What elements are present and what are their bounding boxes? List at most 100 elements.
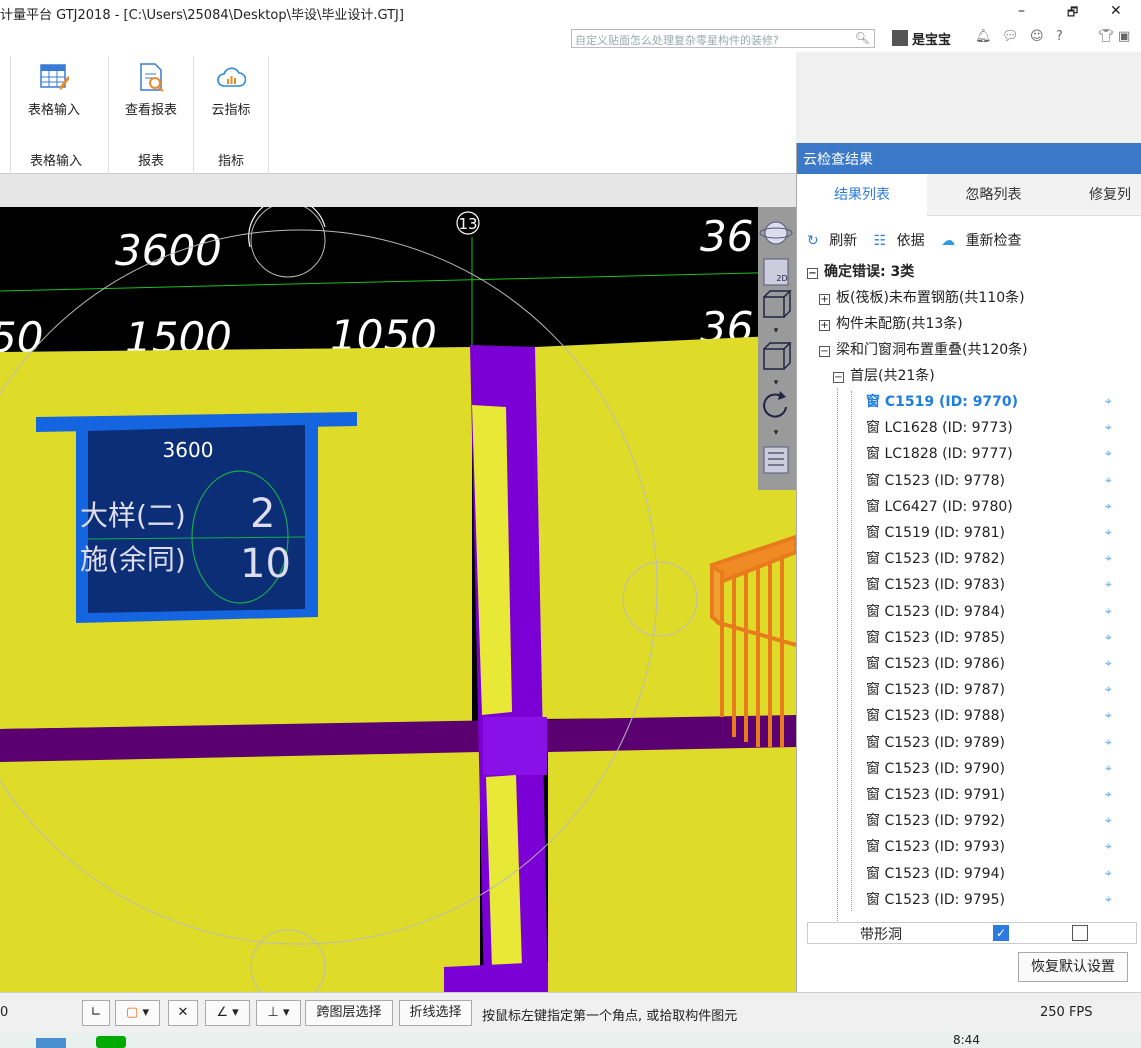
refresh-icon: ↻ [807,233,819,249]
tree-category[interactable]: + 构件未配筋(共13条) [819,311,963,337]
window-icon[interactable]: ▣ [1118,29,1130,44]
locate-icon[interactable]: ⌖ [1105,604,1112,619]
shirt-icon[interactable]: 👕︎ [1098,29,1115,44]
window-label: 3600 [163,438,214,462]
collapse-icon[interactable]: − [819,346,830,357]
collapse-icon[interactable]: − [833,372,844,383]
avatar[interactable] [892,30,908,46]
property-row: 带形洞 ✓ [807,922,1137,944]
ribbon-group-report: 报表 [138,154,165,169]
wall-panel [0,752,480,992]
offset-button[interactable]: ⊥ ▾ [256,1000,301,1026]
list-item[interactable]: 窗 C1523 (ID: 9795) [866,887,1005,913]
tree-category[interactable]: − 梁和门窗洞布置重叠(共120条) [819,337,1028,363]
locate-icon[interactable]: ⌖ [1105,735,1112,750]
locate-icon[interactable]: ⌖ [1105,682,1112,697]
locate-icon[interactable]: ⌖ [1105,866,1112,881]
list-item[interactable]: 窗 C1523 (ID: 9786) [866,651,1005,677]
refresh-button[interactable]: ↻ 刷新 [807,233,863,249]
cross-select-button[interactable]: ✕ [168,1000,198,1026]
list-item[interactable]: 窗 C1519 (ID: 9770) [866,389,1018,415]
list-item[interactable]: 窗 C1523 (ID: 9790) [866,756,1005,782]
checkbox-checked[interactable]: ✓ [993,925,1009,941]
wechat-icon[interactable] [96,1036,126,1048]
list-item[interactable]: 窗 C1523 (ID: 9784) [866,599,1005,625]
list-item[interactable]: 窗 C1519 (ID: 9781) [866,520,1005,546]
locate-icon[interactable]: ⌖ [1105,761,1112,776]
locate-icon[interactable]: ⌖ [1105,708,1112,723]
username[interactable]: 是宝宝 [912,29,951,48]
list-item[interactable]: 窗 C1523 (ID: 9783) [866,572,1005,598]
rotate-icon[interactable] [763,391,787,418]
list-item[interactable]: 窗 C1523 (ID: 9788) [866,703,1005,729]
select-box-button[interactable]: ▢ ▾ [115,1000,160,1026]
cloud-index-button[interactable]: 云指标 [202,62,260,118]
tree-floor[interactable]: − 首层(共21条) [833,363,935,389]
tree-root[interactable]: − 确定错误: 3类 [807,259,914,285]
help-icon[interactable]: ? [1056,29,1063,44]
search-icon[interactable]: 🔍︎ [855,31,870,45]
status-hint: 按鼠标左键指定第一个角点, 或拾取构件图元 [482,1009,738,1024]
locate-icon[interactable]: ⌖ [1105,473,1112,488]
3d-view-icon[interactable] [763,290,792,318]
expand-icon[interactable]: + [819,294,830,305]
tab-result-list[interactable]: 结果列表 [797,174,927,216]
drawing-viewport[interactable]: 13 3600 36 50 1500 1050 36 3600 大样(二) 施(… [0,207,796,992]
polyline-select-button[interactable]: 折线选择 [399,1000,472,1026]
list-item[interactable]: 窗 C1523 (ID: 9778) [866,468,1005,494]
list-item[interactable]: 窗 LC1628 (ID: 9773) [866,415,1013,441]
table-input-button[interactable]: 表格输入 [22,62,86,118]
locate-icon[interactable]: ⌖ [1105,892,1112,907]
recheck-button[interactable]: ☁ 重新检查 [941,233,1027,249]
recheck-label: 重新检查 [965,233,1022,249]
cross-layer-select-button[interactable]: 跨图层选择 [305,1000,393,1026]
2d-view-icon[interactable]: 2D [763,258,789,286]
bell-icon[interactable]: 🔔︎ [975,29,992,44]
orbit-icon[interactable] [759,221,793,245]
list-item[interactable]: 窗 C1523 (ID: 9793) [866,834,1005,860]
angle-button[interactable]: ∠ ▾ [205,1000,250,1026]
locate-icon[interactable]: ⌖ [1105,525,1112,540]
collapse-icon[interactable]: − [807,268,818,279]
list-item[interactable]: 窗 LC1828 (ID: 9777) [866,441,1013,467]
restore-button[interactable]: 🗗 [1067,3,1078,24]
list-item[interactable]: 窗 C1523 (ID: 9782) [866,546,1005,572]
list-item[interactable]: 窗 C1523 (ID: 9787) [866,677,1005,703]
locate-icon[interactable]: ⌖ [1105,420,1112,435]
locate-icon[interactable]: ⌖ [1105,551,1112,566]
view-report-button[interactable]: 查看报表 [118,62,184,118]
ortho-button[interactable]: ∟ [82,1000,110,1026]
basis-button[interactable]: ☷ 依据 [874,233,931,249]
mascot-icon[interactable]: ☺ [1030,29,1044,44]
locate-icon[interactable]: ⌖ [1105,787,1112,802]
list-item[interactable]: 窗 C1523 (ID: 9785) [866,625,1005,651]
list-item[interactable]: 窗 C1523 (ID: 9789) [866,730,1005,756]
model-canvas[interactable]: 13 3600 36 50 1500 1050 36 3600 大样(二) 施(… [0,207,796,992]
list-item[interactable]: 窗 C1523 (ID: 9791) [866,782,1005,808]
list-item[interactable]: 窗 C1523 (ID: 9792) [866,808,1005,834]
minimize-button[interactable]: – [1018,3,1025,19]
mail-icon[interactable] [36,1038,66,1048]
column-joint [483,717,547,775]
box-view-icon[interactable] [763,342,792,370]
close-button[interactable]: ✕ [1110,3,1122,19]
locate-icon[interactable]: ⌖ [1105,656,1112,671]
locate-icon[interactable]: ⌖ [1105,630,1112,645]
reset-default-button[interactable]: 恢复默认设置 [1018,952,1128,982]
list-item[interactable]: 窗 LC6427 (ID: 9780) [866,494,1013,520]
locate-icon[interactable]: ⌖ [1105,577,1112,592]
locate-icon[interactable]: ⌖ [1105,446,1112,461]
locate-icon[interactable]: ⌖ [1105,839,1112,854]
search-input[interactable]: 自定义贴面怎么处理复杂零星构件的装修? 🔍︎ [571,29,875,48]
locate-icon[interactable]: ⌖ [1105,813,1112,828]
chat-icon[interactable]: 💬︎ [1002,29,1019,44]
tree-category[interactable]: + 板(筏板)未布置钢筋(共110条) [819,285,1025,311]
locate-icon[interactable]: ⌖ [1105,394,1112,409]
expand-icon[interactable]: + [819,320,830,331]
locate-icon[interactable]: ⌖ [1105,499,1112,514]
tab-fix-list[interactable]: 修复列 [1060,174,1141,216]
layer-settings-icon[interactable] [763,446,789,474]
checkbox-unchecked[interactable] [1072,925,1088,941]
tab-ignore-list[interactable]: 忽略列表 [927,174,1060,216]
list-item[interactable]: 窗 C1523 (ID: 9794) [866,861,1005,887]
